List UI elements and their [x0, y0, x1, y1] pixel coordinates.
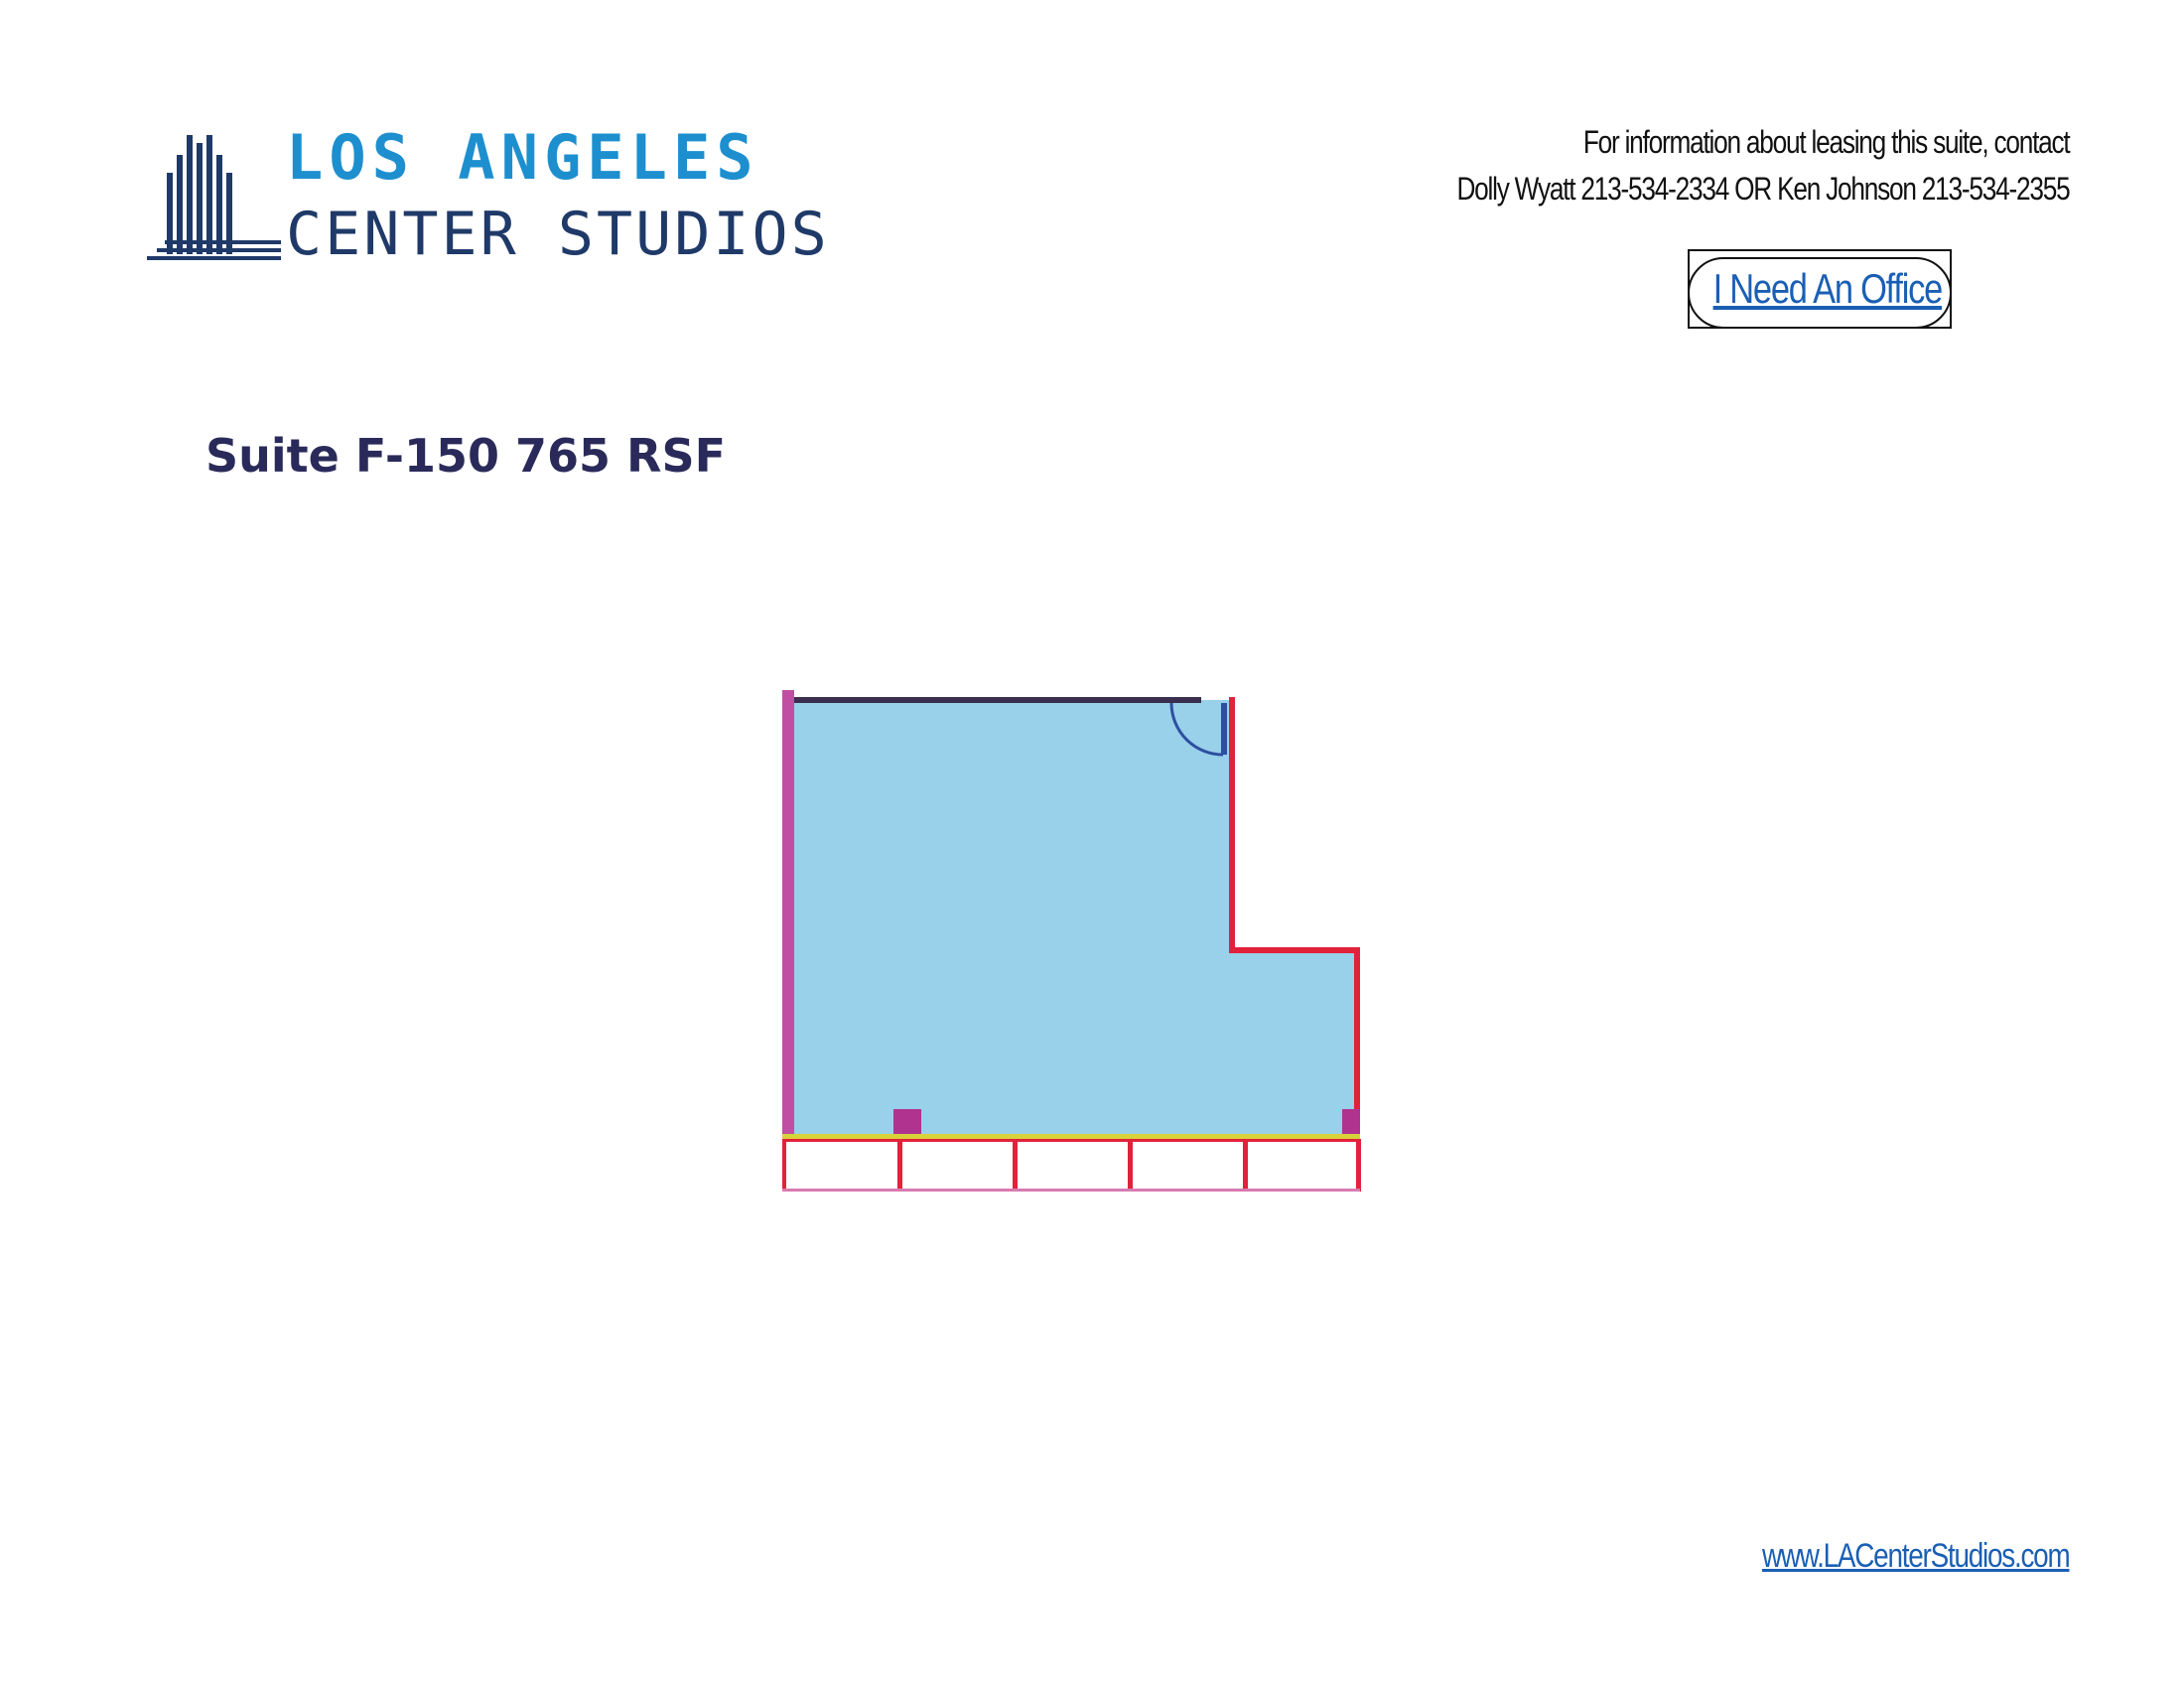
floor-plan	[782, 690, 1361, 1192]
need-office-button[interactable]: I Need An Office	[1688, 249, 1952, 329]
floor-plan-column	[1342, 1109, 1360, 1137]
contact-line-1: For information about leasing this suite…	[1582, 124, 2070, 160]
floor-plan-column	[893, 1109, 921, 1137]
floor-plan-right-wall-step	[1229, 947, 1360, 953]
company-logo: LOS ANGELES CENTER STUDIOS	[147, 121, 827, 276]
contact-info: For information about leasing this suite…	[1455, 119, 2070, 212]
contact-line-2: Dolly Wyatt 213-534-2334 OR Ken Johnson …	[1455, 171, 2070, 207]
floor-plan-room	[791, 700, 1358, 1137]
website-link[interactable]: www.LACenterStudios.com	[1761, 1537, 2070, 1576]
floor-plan-mullions	[782, 1139, 1361, 1192]
logo-title-line2: CENTER STUDIOS	[286, 200, 830, 269]
floor-plan-window-wall	[782, 1134, 1360, 1139]
need-office-link[interactable]: I Need An Office	[1713, 265, 1944, 313]
building-logo-icon	[147, 135, 281, 260]
logo-title-line1: LOS ANGELES	[286, 121, 759, 194]
floor-plan-left-wall	[782, 690, 794, 1139]
floor-plan-right-wall-upper	[1229, 697, 1235, 953]
floor-plan-top-wall	[791, 697, 1201, 703]
suite-title: Suite F-150 765 RSF	[205, 429, 726, 483]
